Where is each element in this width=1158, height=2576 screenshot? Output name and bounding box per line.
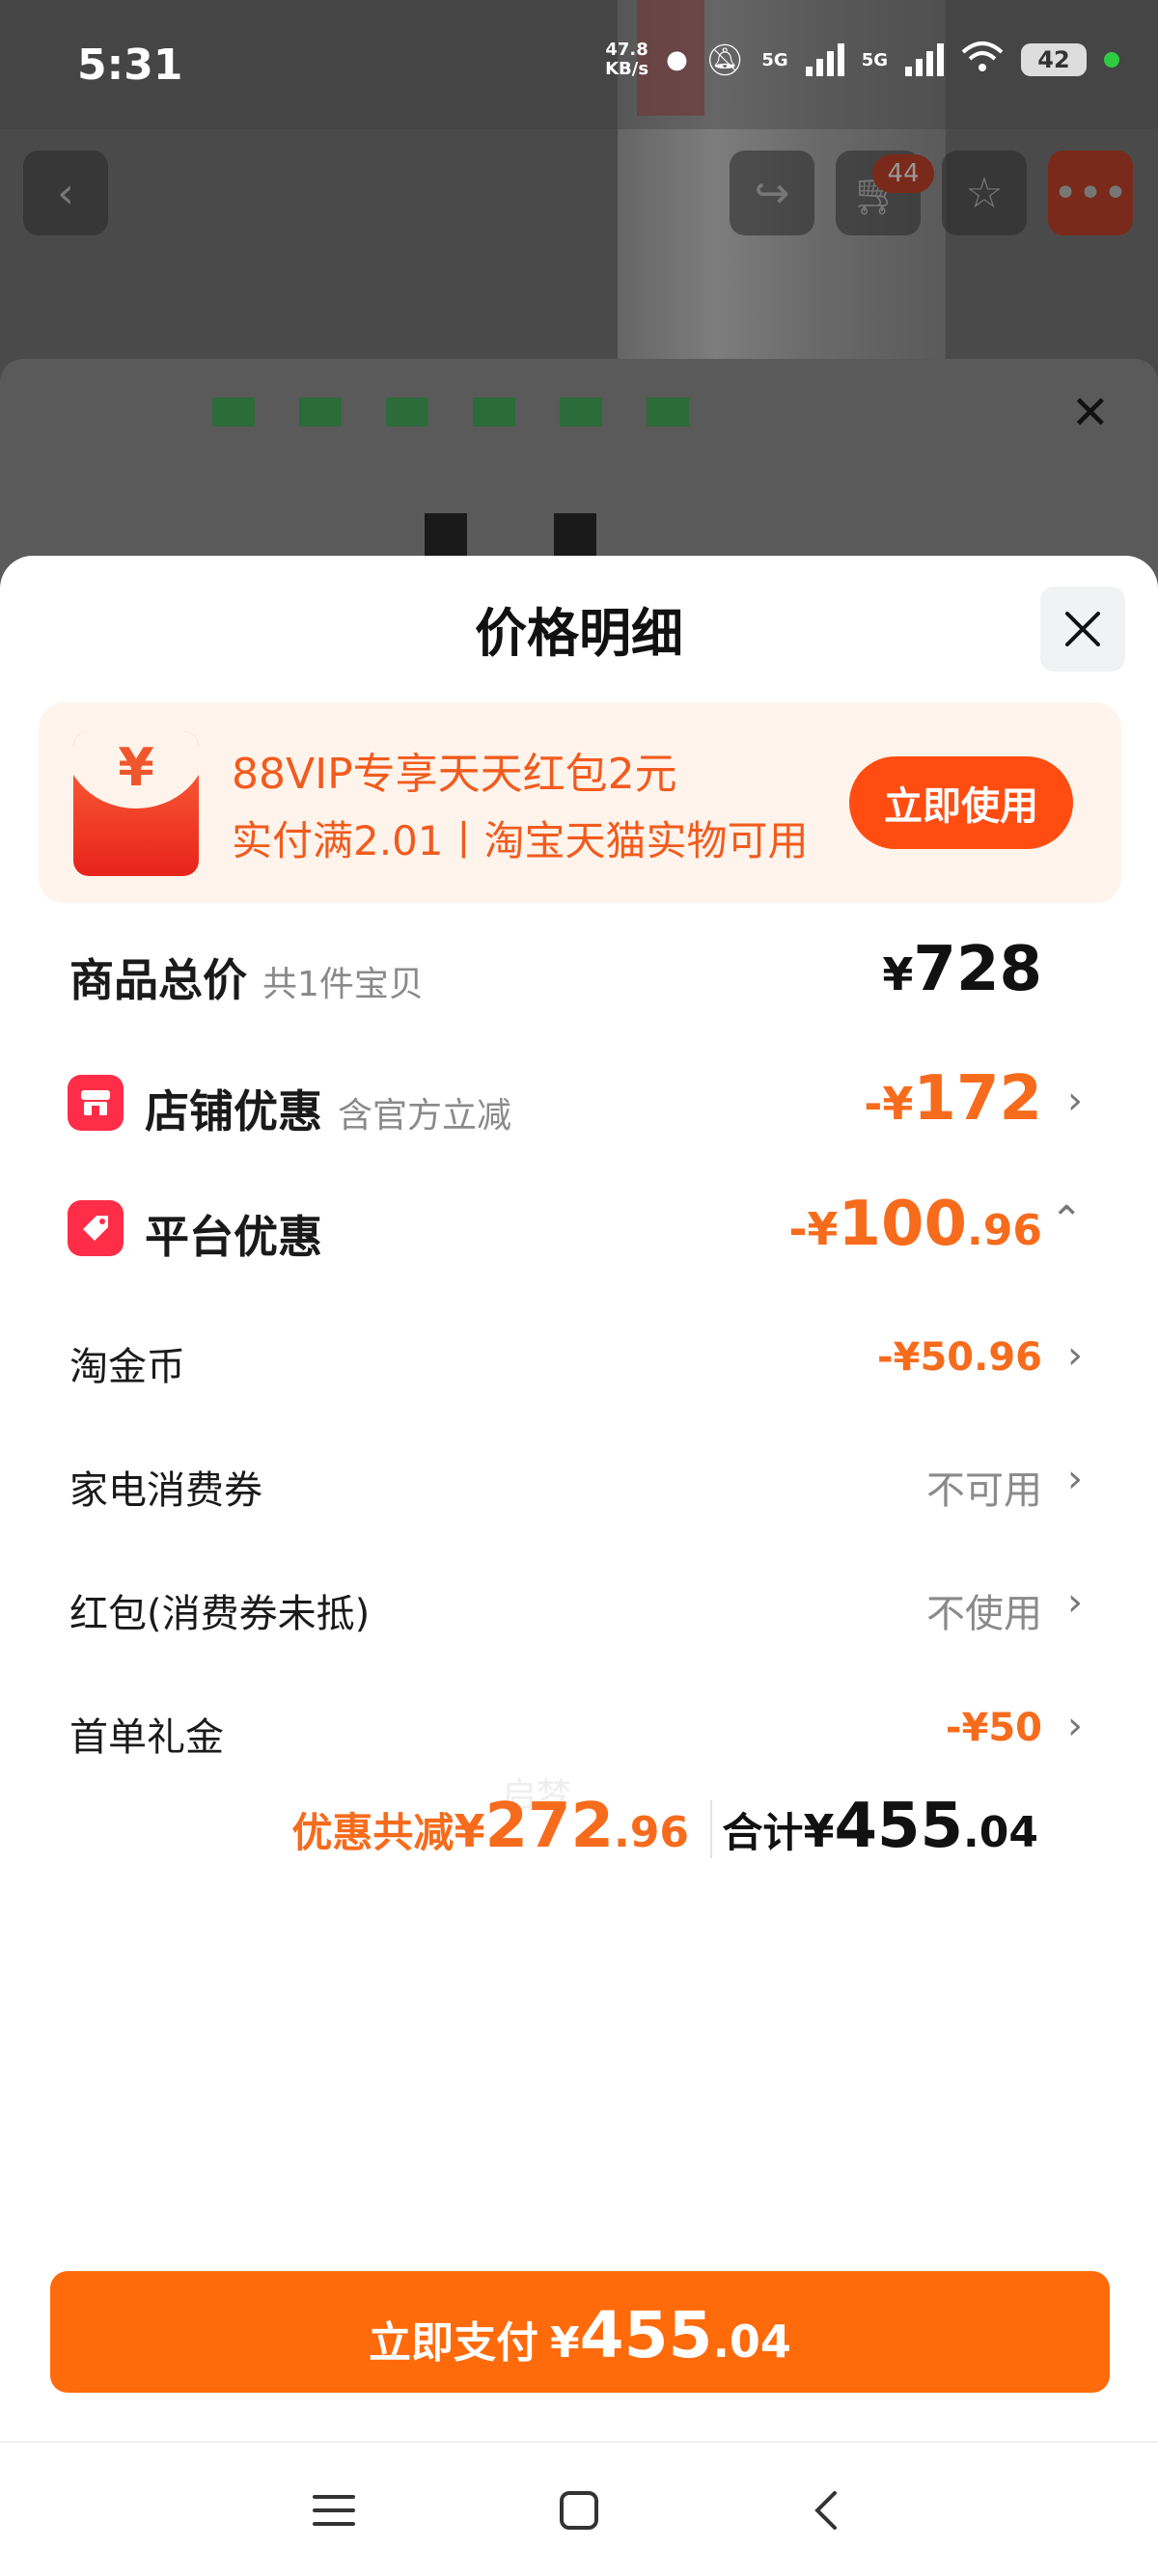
tag-icon (68, 1200, 124, 1256)
taojinbi-value: -¥50.96 (877, 1335, 1042, 1380)
total-price-sub: 共1件宝贝 (262, 965, 424, 1004)
store-discount-value: -¥172 (864, 1063, 1042, 1135)
more-button: ••• (1048, 151, 1133, 235)
row-taojinbi[interactable]: 淘金币 -¥50.96 › (0, 1308, 1158, 1405)
store-discount-sub: 含官方立减 (338, 1096, 512, 1136)
wifi-icon (961, 41, 1004, 79)
order-total: 合计¥455.04 (722, 1791, 1038, 1862)
red-packet-label: 红包(消费券未抵) (69, 1592, 371, 1636)
blurred-text (212, 397, 689, 426)
banner-close-icon: ✕ (1070, 386, 1110, 440)
red-packet-icon: ¥ (73, 731, 199, 876)
menu-icon (313, 2495, 355, 2526)
back-nav-button[interactable] (797, 2481, 855, 2539)
chevron-up-icon: ⌃ (1050, 1198, 1083, 1243)
menu-button[interactable] (305, 2481, 363, 2539)
close-button[interactable] (1040, 587, 1125, 671)
row-platform-discount[interactable]: 平台优惠 -¥100.96 ⌃ (0, 1185, 1158, 1272)
total-discount: 优惠共减¥272.96 (291, 1791, 689, 1862)
back-button: ‹ (23, 151, 108, 235)
price-detail-sheet: 价格明细 ¥ 88VIP专享天天红包2元 实付满2.01丨淘宝天猫实物可用 立即… (0, 556, 1158, 2441)
network-speed: 47.8 KB/s (605, 40, 649, 79)
star-icon: ☆ (965, 168, 1004, 218)
first-order-gift-value: -¥50 (945, 1706, 1042, 1750)
home-icon (560, 2491, 598, 2530)
row-total-price: 商品总价 共1件宝贝 ¥728 (0, 934, 1158, 1021)
appliance-coupon-value: 不可用 (926, 1468, 1042, 1513)
vip-offer-title: 88VIP专享天天红包2元 (232, 750, 677, 799)
sim1-label: 5G (761, 49, 788, 70)
signal-icon (805, 43, 844, 76)
status-bar: 5:31 47.8 KB/s ● 🔕︎ 5G 5G 42 (0, 0, 1158, 129)
privacy-indicator (1104, 52, 1119, 68)
signal-icon (905, 43, 944, 76)
chevron-right-icon: › (1067, 1704, 1083, 1748)
vip-redpacket-card: ¥ 88VIP专享天天红包2元 实付满2.01丨淘宝天猫实物可用 立即使用 (39, 702, 1121, 903)
total-price-label: 商品总价 (69, 954, 247, 1006)
status-time: 5:31 (77, 41, 183, 90)
sheet-title: 价格明细 (475, 603, 683, 664)
chevron-right-icon: › (1067, 1333, 1083, 1378)
home-button[interactable] (550, 2481, 608, 2539)
more-icon: ••• (1053, 168, 1128, 218)
pay-now-button[interactable]: 立即支付 ¥455.04 (50, 2271, 1110, 2393)
battery-indicator: 42 (1021, 43, 1087, 76)
store-discount-label: 店铺优惠 (145, 1085, 322, 1137)
close-icon (1065, 612, 1100, 646)
row-appliance-coupon[interactable]: 家电消费券 不可用 › (0, 1432, 1158, 1528)
chevron-right-icon: › (1067, 1457, 1083, 1501)
total-price-value: ¥728 (882, 934, 1042, 1005)
price-summary: 优惠共减¥272.96 合计¥455.04 (0, 1791, 1158, 1877)
chevron-left-icon (814, 2491, 837, 2530)
appliance-coupon-label: 家电消费券 (69, 1468, 262, 1513)
share-button: ↪ (730, 151, 814, 235)
share-icon: ↪ (754, 168, 790, 218)
vip-offer-condition: 实付满2.01丨淘宝天猫实物可用 (232, 817, 809, 864)
sim2-label: 5G (861, 49, 888, 70)
taojinbi-label: 淘金币 (69, 1345, 185, 1389)
location-icon: ● (666, 45, 688, 74)
chevron-right-icon: › (1067, 1079, 1083, 1123)
row-store-discount[interactable]: 店铺优惠 含官方立减 -¥172 › (0, 1059, 1158, 1146)
system-nav-bar (0, 2441, 1158, 2576)
platform-discount-label: 平台优惠 (145, 1211, 322, 1263)
platform-discount-value: -¥100.96 (788, 1189, 1042, 1260)
store-icon (68, 1075, 124, 1131)
red-packet-value: 不使用 (926, 1592, 1042, 1636)
mute-icon: 🔕︎ (704, 41, 745, 78)
first-order-gift-label: 首单礼金 (69, 1715, 224, 1760)
cart-badge: 44 (872, 154, 934, 193)
row-red-packet[interactable]: 红包(消费券未抵) 不使用 › (0, 1555, 1158, 1652)
row-first-order-gift[interactable]: 首单礼金 -¥50 › (0, 1679, 1158, 1775)
use-now-button[interactable]: 立即使用 (849, 756, 1073, 849)
favorite-button: ☆ (942, 151, 1027, 235)
status-icons: 47.8 KB/s ● 🔕︎ 5G 5G 42 (605, 41, 1119, 79)
chevron-right-icon: › (1067, 1580, 1083, 1625)
chevron-left-icon: ‹ (57, 168, 74, 218)
summary-divider (710, 1800, 712, 1858)
